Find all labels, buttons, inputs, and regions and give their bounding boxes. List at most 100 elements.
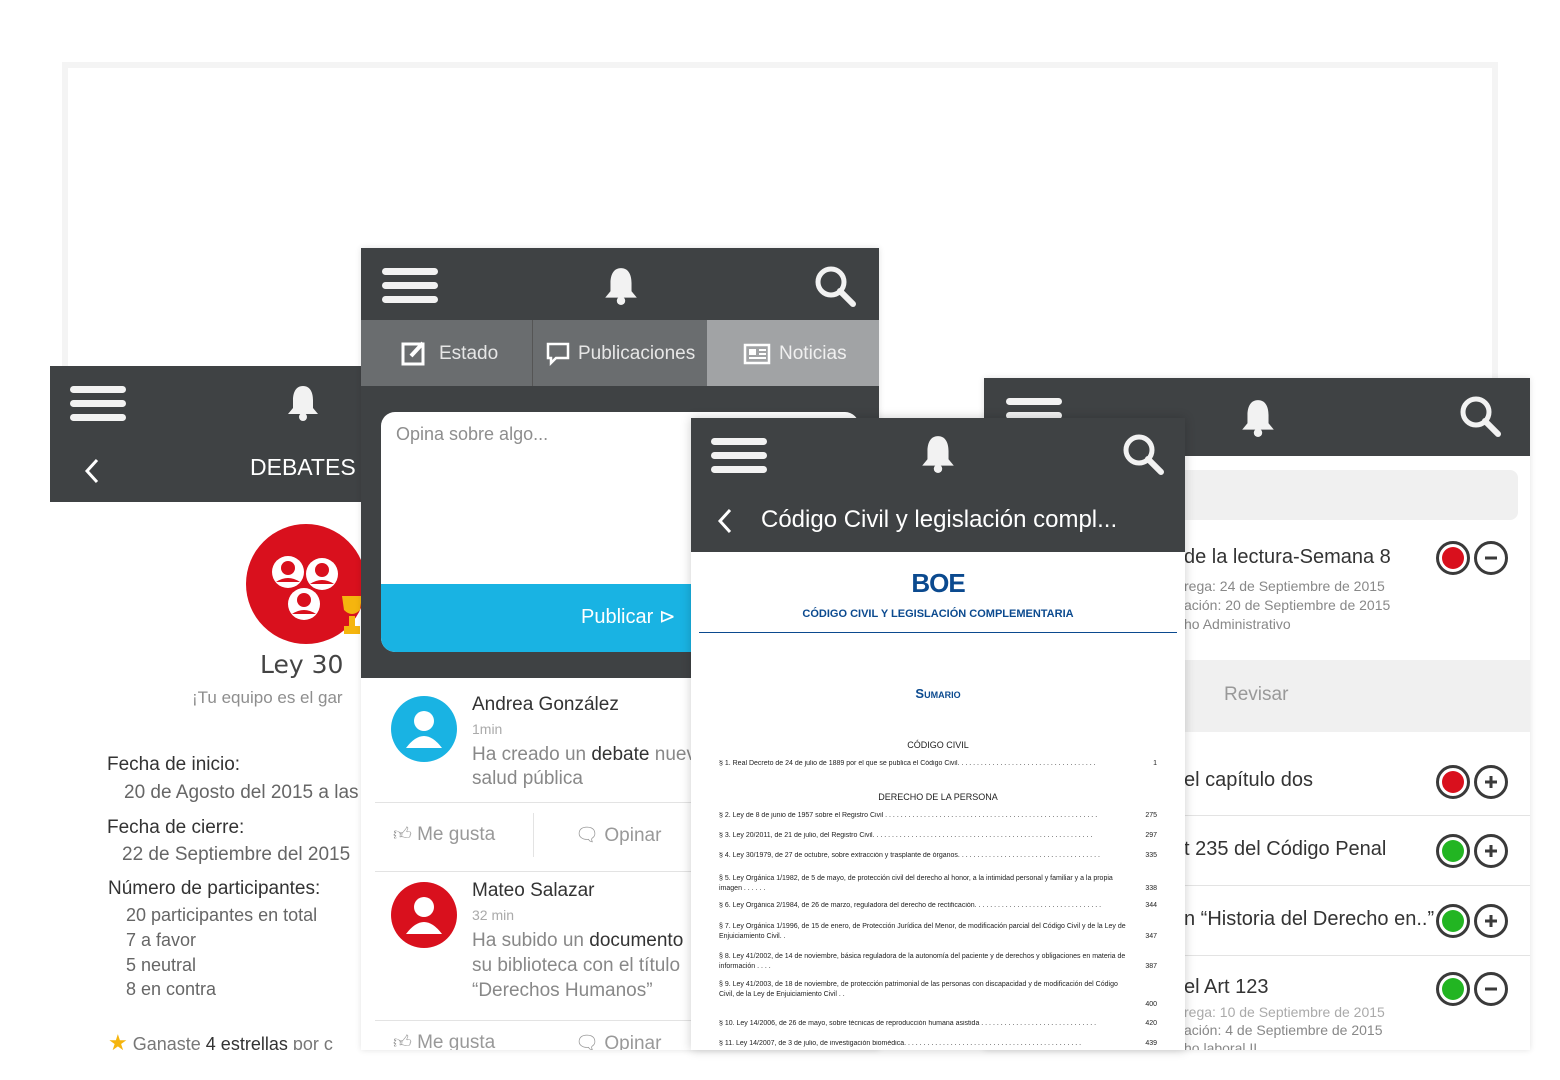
toc-entry[interactable]: § 9. Ley 41/2003, de 18 de noviembre, de…: [719, 980, 1157, 1012]
search-icon[interactable]: [1458, 394, 1502, 438]
back-arrow-icon[interactable]: [84, 458, 100, 484]
toc-entry-text: § 10. Ley 14/2006, de 26 de mayo, sobre …: [719, 1020, 1097, 1027]
toc-entry[interactable]: § 4. Ley 30/1979, de 27 de octubre, sobr…: [719, 852, 1157, 859]
debate-title: Ley 30: [260, 650, 344, 679]
sumario-heading: Sumario: [915, 686, 961, 701]
menu-icon[interactable]: [382, 268, 438, 310]
menu-icon[interactable]: [70, 386, 126, 428]
back-arrow-icon[interactable]: [717, 508, 733, 534]
boe-logo: BOE: [911, 568, 965, 598]
task-detail: ación: 20 de Septiembre de 2015: [1184, 597, 1391, 613]
task-title: el capítulo dos: [1184, 769, 1313, 791]
comment-icon: 🗨︎: [575, 825, 600, 846]
status-red-indicator: [1436, 765, 1470, 799]
comment-label: Opinar: [604, 825, 662, 846]
toc-entry[interactable]: § 11. Ley 14/2007, de 3 de julio, de inv…: [719, 1040, 1157, 1047]
toc-entry[interactable]: § 3. Ley 20/2011, de 21 de julio, del Re…: [719, 832, 1157, 839]
post-text-bold: debate: [591, 744, 650, 765]
avatar: [391, 696, 457, 762]
post-time: 1min: [472, 721, 503, 737]
document-heading: CÓDIGO CIVIL Y LEGISLACIÓN COMPLEMENTARI…: [802, 608, 1074, 620]
thumbs-up-icon: 👍︎: [393, 824, 412, 844]
trophy-icon: [342, 596, 362, 634]
toc-entry[interactable]: § 8. Ley 41/2002, de 14 de noviembre, bá…: [719, 952, 1157, 974]
comment-button[interactable]: 🗨︎ Opinar: [575, 823, 661, 847]
feed-tabs: Estado Publicaciones Noticias: [361, 320, 879, 386]
toc-entry-text: § 11. Ley 14/2007, de 3 de julio, de inv…: [719, 1040, 1082, 1047]
debate-subtitle: ¡Tu equipo es el gar: [192, 688, 343, 707]
toc-entry[interactable]: § 7. Ley Orgánica 1/1996, de 15 de enero…: [719, 922, 1157, 944]
bell-icon[interactable]: [920, 434, 956, 474]
post-text-bold: documento: [589, 930, 684, 951]
thumbs-up-icon: 👍︎: [393, 1032, 412, 1050]
task-title: de la lectura-Semana 8: [1184, 546, 1391, 568]
toc-entry-page: 439: [1143, 1040, 1157, 1047]
toc-entry[interactable]: § 2. Ley de 8 de junio de 1957 sobre el …: [719, 812, 1157, 819]
post-text-line2: salud pública: [472, 768, 583, 789]
avatar: [391, 882, 457, 948]
bell-icon[interactable]: [1240, 398, 1276, 438]
toc-entry-text: § 5. Ley Orgánica 1/1982, de 5 de mayo, …: [719, 875, 1113, 892]
toc-entry[interactable]: § 10. Ley 14/2006, de 26 de mayo, sobre …: [719, 1020, 1157, 1027]
like-button[interactable]: 👍︎ Me gusta: [393, 1031, 495, 1050]
toc-entry-page: 387: [1143, 962, 1157, 972]
collapse-toggle[interactable]: [1474, 541, 1508, 575]
comment-icon: 🗨︎: [575, 1033, 600, 1050]
tab-publicaciones[interactable]: Publicaciones: [534, 320, 707, 386]
toc-entry-page: 297: [1143, 832, 1157, 839]
status-green-indicator: [1436, 972, 1470, 1006]
collapse-toggle[interactable]: [1474, 972, 1508, 1006]
edit-icon: [401, 341, 425, 366]
status-green-indicator: [1436, 834, 1470, 868]
task-detail: rega: 10 de Septiembre de 2015: [1184, 1004, 1385, 1020]
toc-entry-text: § 2. Ley de 8 de junio de 1957 sobre el …: [719, 812, 1098, 819]
participants-neutral: 5 neutral: [126, 955, 197, 975]
start-date-label: Fecha de inicio:: [107, 754, 241, 775]
toc-entry-text: § 6. Ley Orgánica 2/1984, de 26 de marzo…: [719, 902, 1102, 909]
tab-estado[interactable]: Estado: [361, 320, 533, 386]
task-title: n “Historia del Derecho en..”: [1184, 908, 1435, 930]
post-text: Ha subido un documento: [472, 930, 683, 952]
task-detail: rega: 24 de Septiembre de 2015: [1184, 578, 1385, 594]
action-divider: [533, 813, 534, 857]
bell-icon[interactable]: [603, 266, 639, 306]
bell-icon[interactable]: [286, 384, 320, 422]
post-author: Mateo Salazar: [472, 880, 595, 901]
like-label: Me gusta: [417, 1032, 496, 1050]
tab-noticias[interactable]: Noticias: [707, 320, 879, 386]
debates-top-bar: [50, 366, 362, 436]
expand-toggle[interactable]: [1474, 834, 1508, 868]
search-icon[interactable]: [813, 264, 857, 308]
stars-suffix: por c: [287, 1034, 333, 1050]
toc-entry[interactable]: § 5. Ley Orgánica 1/1982, de 5 de mayo, …: [719, 874, 1157, 896]
toc-entry[interactable]: § 1. Real Decreto de 24 de julio de 1889…: [719, 760, 1157, 767]
post-author: Andrea González: [472, 694, 619, 715]
expand-toggle[interactable]: [1474, 904, 1508, 938]
toc-entry-text: § 1. Real Decreto de 24 de julio de 1889…: [719, 760, 1096, 767]
toc-entry-page: 344: [1143, 902, 1157, 909]
comment-button[interactable]: 🗨︎ Opinar: [575, 1031, 661, 1050]
expand-toggle[interactable]: [1474, 765, 1508, 799]
task-detail: ho Administrativo: [1184, 616, 1291, 632]
document-header-bar: Código Civil y legislación compl...: [691, 488, 1185, 552]
start-date-value: 20 de Agosto del 2015 a las: [124, 782, 359, 803]
review-label: Revisar: [1224, 684, 1289, 705]
toc-entry-text: § 3. Ley 20/2011, de 21 de julio, del Re…: [719, 832, 1093, 839]
like-button[interactable]: 👍︎ Me gusta: [393, 823, 495, 846]
post-text-a: Ha creado un: [472, 744, 592, 765]
stars-bold: 4 estrellas: [205, 1034, 288, 1050]
toc-entry[interactable]: § 6. Ley Orgánica 2/1984, de 26 de marzo…: [719, 902, 1157, 909]
menu-icon[interactable]: [711, 438, 767, 480]
task-detail: ho laboral II: [1184, 1040, 1258, 1050]
status-red-indicator: [1436, 541, 1470, 575]
section-heading: DERECHO DE LA PERSONA: [878, 792, 998, 802]
participants-favor: 7 a favor: [126, 930, 197, 950]
toc-entry-page: 335: [1143, 852, 1157, 859]
document-heading-rule: [699, 632, 1177, 633]
like-label: Me gusta: [417, 824, 496, 845]
toc-entry-text: § 9. Ley 41/2003, de 18 de noviembre, de…: [719, 981, 1118, 998]
search-icon[interactable]: [1121, 432, 1165, 476]
document-top-bar: [691, 418, 1185, 488]
comment-icon: [546, 342, 570, 366]
feed-top-bar: [361, 248, 879, 320]
